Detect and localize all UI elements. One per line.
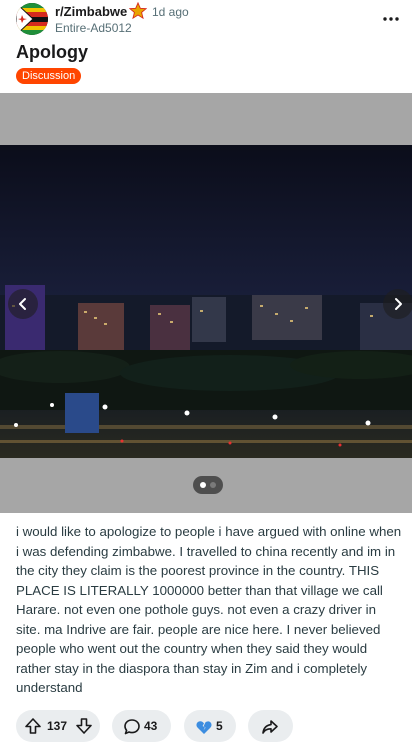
pagination-dot[interactable]	[210, 482, 216, 488]
share-button[interactable]	[248, 710, 293, 742]
post-body: i would like to apologize to people i ha…	[16, 524, 402, 695]
comment-bubble-icon	[124, 719, 140, 735]
award-count: 5	[216, 719, 223, 733]
gallery-prev-button[interactable]	[8, 289, 38, 319]
pagination-dot-active[interactable]	[200, 482, 206, 488]
post-flair[interactable]: Discussion	[16, 68, 82, 84]
share-arrow-icon	[262, 720, 278, 734]
award-button[interactable]: 5	[184, 710, 236, 742]
post-time: 1d ago	[152, 5, 189, 19]
gallery-next-button[interactable]	[383, 289, 412, 319]
subreddit-name[interactable]: r/Zimbabwe	[55, 4, 127, 19]
more-options-icon[interactable]	[382, 10, 400, 28]
comment-count: 43	[144, 719, 158, 733]
upvote-arrow-icon[interactable]	[24, 717, 42, 735]
post-author[interactable]: Entire-Ad5012	[55, 21, 132, 35]
post-action-bar: 137 43 5	[0, 708, 412, 742]
subreddit-avatar[interactable]	[16, 3, 48, 35]
broken-heart-icon	[196, 721, 212, 734]
image-gallery[interactable]	[0, 93, 412, 513]
post-header: r/Zimbabwe 1d ago Entire-Ad5012	[0, 0, 412, 40]
chevron-right-icon	[395, 298, 402, 310]
vote-count: 137	[47, 719, 68, 733]
star-icon	[129, 2, 147, 20]
comments-button[interactable]: 43	[112, 710, 171, 742]
downvote-arrow-icon[interactable]	[75, 717, 93, 735]
vote-control: 137	[16, 710, 100, 742]
gallery-pagination	[193, 476, 223, 494]
post-title: Apology	[16, 42, 88, 62]
city-night-photo	[0, 145, 412, 458]
chevron-left-icon	[19, 298, 26, 310]
